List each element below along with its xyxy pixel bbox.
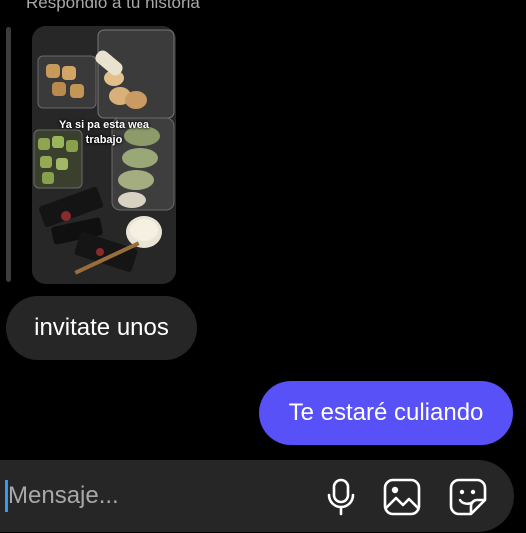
story-reply-header: Respondió a tu historia bbox=[26, 0, 200, 12]
message-sent[interactable]: Te estaré culiando bbox=[259, 381, 513, 445]
gallery-icon bbox=[383, 478, 421, 516]
story-caption: Ya si pa esta wea trabajo bbox=[59, 119, 149, 146]
sticker-button[interactable] bbox=[448, 477, 488, 517]
gallery-button[interactable] bbox=[382, 477, 422, 517]
message-received[interactable]: invitate unos bbox=[6, 296, 197, 360]
sticker-icon bbox=[449, 478, 487, 516]
story-image bbox=[32, 26, 176, 284]
message-input[interactable] bbox=[8, 476, 308, 516]
reply-indicator-bar bbox=[6, 27, 11, 282]
microphone-icon bbox=[327, 478, 355, 516]
microphone-button[interactable] bbox=[321, 477, 361, 517]
story-thumbnail[interactable]: Ya si pa esta wea trabajo bbox=[32, 26, 176, 284]
message-composer bbox=[0, 460, 514, 532]
